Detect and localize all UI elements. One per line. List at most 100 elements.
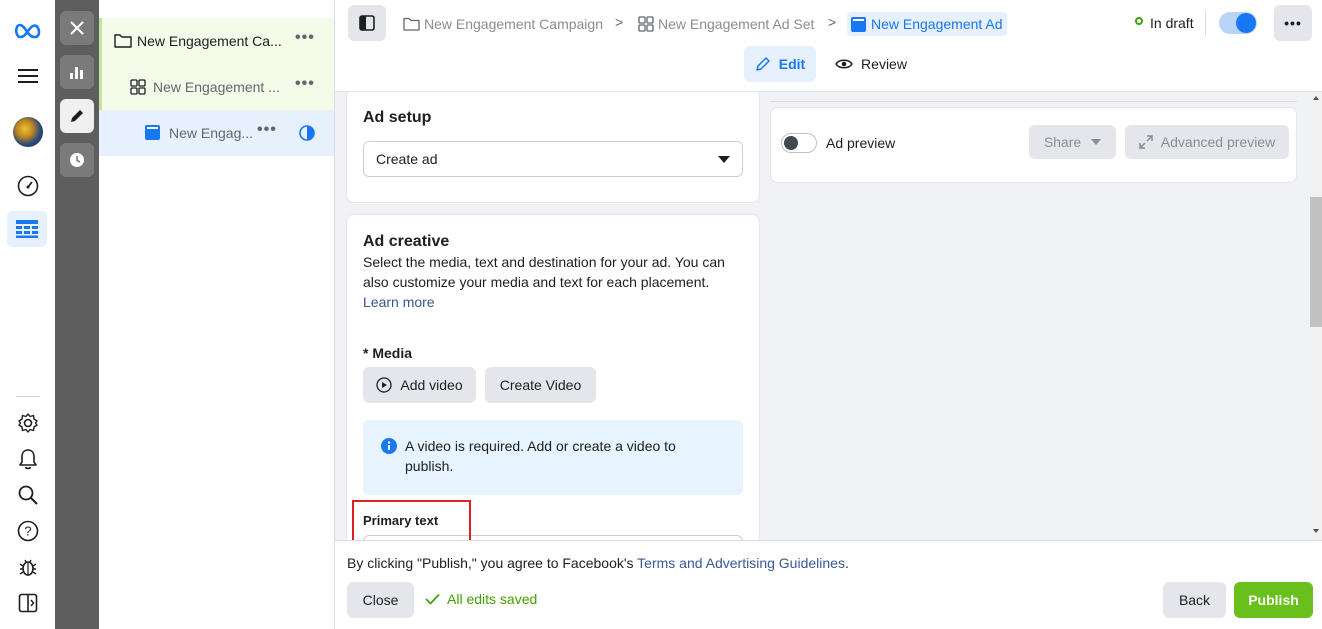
svg-text:?: ?: [24, 524, 31, 539]
tab-edit-label: Edit: [778, 56, 806, 72]
scrollbar-thumb[interactable]: [1310, 197, 1322, 327]
back-label: Back: [1178, 592, 1211, 608]
breadcrumb-adset-label: New Engagement Ad Set: [658, 16, 815, 32]
tree-item-adset[interactable]: New Engagement ... •••: [99, 64, 334, 110]
ad-setup-card: Ad setup Create ad: [346, 92, 760, 203]
add-video-label: Add video: [400, 377, 463, 393]
create-video-button[interactable]: Create Video: [485, 367, 596, 403]
more-options-icon[interactable]: •••: [295, 29, 315, 47]
avatar[interactable]: [12, 116, 44, 148]
advanced-preview-label: Advanced preview: [1160, 134, 1276, 150]
tab-edit[interactable]: Edit: [744, 46, 816, 82]
back-button[interactable]: Back: [1163, 582, 1226, 618]
tree-campaign-label: New Engagement Ca...: [137, 33, 282, 49]
editor-content: Ad setup Create ad Ad creative Select th…: [335, 92, 1310, 540]
more-options-button[interactable]: •••: [1274, 5, 1312, 41]
terms-suffix: .: [844, 555, 849, 571]
dashboard-icon[interactable]: [12, 170, 44, 202]
panel-toggle-icon[interactable]: [12, 587, 44, 619]
ad-icon: [145, 125, 160, 140]
tool-strip: [55, 0, 99, 629]
chart-icon[interactable]: [60, 55, 94, 89]
ad-preview-label: Ad preview: [826, 135, 896, 151]
close-button[interactable]: Close: [347, 582, 414, 618]
scroll-up-icon[interactable]: [1313, 96, 1319, 100]
scrollbar[interactable]: [1310, 92, 1322, 540]
rail-divider: [16, 396, 40, 397]
folder-icon: [114, 33, 132, 48]
tree-item-campaign[interactable]: New Engagement Ca... •••: [99, 18, 334, 64]
more-options-icon[interactable]: •••: [295, 75, 315, 93]
publish-button[interactable]: Publish: [1234, 582, 1313, 618]
share-label: Share: [1043, 134, 1082, 150]
create-video-label: Create Video: [499, 377, 582, 393]
ad-creative-title: Ad creative: [363, 233, 450, 250]
tree-item-ad[interactable]: New Engag... •••: [99, 110, 334, 156]
bug-icon[interactable]: [12, 551, 44, 583]
bell-icon[interactable]: [12, 443, 44, 475]
highlight-box: [352, 500, 471, 540]
play-circle-icon: [376, 377, 393, 393]
ad-preview-card: Ad preview Share Advanced preview: [770, 107, 1297, 183]
adset-grid-icon: [638, 16, 654, 32]
caret-down-icon: [718, 156, 730, 163]
history-clock-icon[interactable]: [60, 143, 94, 177]
sidebar-toggle-icon[interactable]: [348, 5, 386, 41]
draft-toggle[interactable]: [1219, 12, 1257, 34]
close-label: Close: [362, 592, 399, 608]
caret-down-icon: [1091, 139, 1102, 145]
breadcrumb-campaign[interactable]: New Engagement Campaign: [403, 12, 603, 36]
ad-setup-select[interactable]: Create ad: [363, 141, 743, 177]
search-icon[interactable]: [12, 479, 44, 511]
advanced-preview-button[interactable]: Advanced preview: [1125, 125, 1289, 159]
footer: By clicking "Publish," you agree to Face…: [335, 540, 1322, 629]
top-bar: New Engagement Campaign > New Engagement…: [335, 0, 1322, 92]
checkmark-icon: [425, 593, 440, 605]
tree-ad-label: New Engag...: [169, 125, 254, 141]
meta-logo-icon[interactable]: [12, 15, 44, 47]
saved-status: All edits saved: [425, 591, 537, 607]
tab-review-label: Review: [861, 56, 907, 72]
scroll-down-icon[interactable]: [1313, 529, 1319, 533]
media-label: * Media: [363, 345, 413, 361]
add-video-button[interactable]: Add video: [363, 367, 476, 403]
campaign-tree: New Engagement Ca... ••• New Engagement …: [99, 0, 335, 629]
gear-icon[interactable]: [12, 407, 44, 439]
ad-preview-toggle[interactable]: [781, 133, 817, 153]
half-circle-status-icon: [299, 125, 315, 141]
draft-status-dot: [1135, 17, 1143, 25]
status-label: In draft: [1150, 15, 1194, 31]
folder-icon: [403, 17, 420, 31]
breadcrumb-adset[interactable]: New Engagement Ad Set: [638, 12, 814, 36]
menu-icon[interactable]: [12, 60, 44, 92]
chevron-right-icon: >: [828, 14, 837, 30]
breadcrumb-ad-label: New Engagement Ad: [871, 16, 1003, 32]
ad-icon: [851, 16, 866, 32]
share-button[interactable]: Share: [1029, 125, 1116, 159]
breadcrumb-campaign-label: New Engagement Campaign: [424, 16, 603, 32]
ad-setup-title: Ad setup: [363, 109, 432, 126]
tab-review[interactable]: Review: [830, 46, 912, 82]
notice-text: A video is required. Add or create a vid…: [405, 438, 676, 474]
more-options-icon[interactable]: •••: [257, 121, 277, 139]
help-icon[interactable]: ?: [12, 515, 44, 547]
terms-text: By clicking "Publish," you agree to Face…: [347, 555, 849, 571]
ad-setup-select-value: Create ad: [376, 151, 438, 167]
more-options-icon: •••: [1284, 15, 1302, 31]
divider: [1205, 10, 1206, 36]
expand-icon: [1139, 135, 1153, 149]
pencil-icon: [756, 57, 770, 71]
video-required-notice: A video is required. Add or create a vid…: [363, 420, 743, 495]
saved-label: All edits saved: [447, 591, 538, 607]
ad-creative-description: Select the media, text and destination f…: [363, 254, 725, 290]
eye-icon: [835, 59, 853, 69]
terms-prefix: By clicking "Publish," you agree to Face…: [347, 555, 638, 571]
learn-more-link[interactable]: Learn more: [363, 292, 435, 312]
breadcrumb-ad[interactable]: New Engagement Ad: [847, 12, 1007, 36]
tree-adset-label: New Engagement ...: [153, 79, 280, 95]
edit-pencil-icon[interactable]: [60, 99, 94, 133]
publish-label: Publish: [1248, 592, 1299, 608]
terms-link[interactable]: Terms and Advertising Guidelines: [637, 555, 845, 571]
close-icon[interactable]: [60, 11, 94, 45]
ads-manager-icon[interactable]: [7, 211, 47, 247]
